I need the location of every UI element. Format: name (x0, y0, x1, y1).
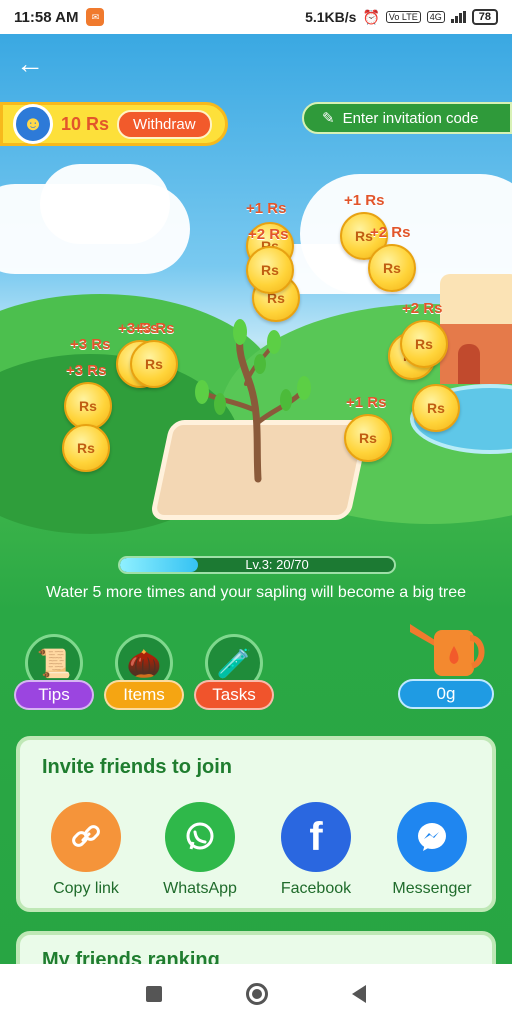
tasks-button[interactable]: 🧪 Tasks (194, 634, 274, 710)
tips-label: Tips (14, 680, 94, 710)
coin-label: +1 Rs (246, 200, 287, 217)
facebook-label: Facebook (280, 880, 352, 897)
network-type: 4G (426, 11, 445, 23)
coin[interactable]: Rs (64, 382, 112, 430)
edit-icon: ✎ (322, 110, 335, 127)
watering-can-button[interactable]: 0g (398, 612, 494, 709)
invite-code-label: Enter invitation code (342, 109, 479, 127)
water-amount: 0g (398, 679, 494, 709)
enter-invitation-code-button[interactable]: ✎ Enter invitation code (302, 102, 512, 134)
coin-label: +3 Rs (134, 320, 175, 337)
whatsapp-icon (165, 802, 235, 872)
balance-bar: ☻ 10 Rs Withdraw (0, 102, 228, 146)
alarm-icon: ⏰ (362, 8, 380, 25)
system-nav-bar (0, 964, 512, 1024)
coin[interactable]: Rs (130, 340, 178, 388)
whatsapp-button[interactable]: WhatsApp (150, 802, 250, 898)
coin-label: +3 Rs (66, 362, 107, 379)
coin-label: +2 Rs (402, 300, 443, 317)
invite-card: Invite friends to join Copy link WhatsAp… (16, 736, 496, 912)
status-right: 5.1KB/s ⏰ Vo LTE 4G 78 (305, 9, 498, 26)
ranking-title: My friends ranking (42, 949, 220, 964)
invite-title: Invite friends to join (42, 756, 233, 778)
coin[interactable]: Rs (412, 384, 460, 432)
volte-icon: Vo LTE (385, 11, 421, 23)
farm-scene: ← ☻ 10 Rs Withdraw ✎ Enter invitation co… (0, 34, 512, 964)
facebook-button[interactable]: f Facebook (266, 802, 366, 898)
recents-icon[interactable] (146, 986, 162, 1002)
avatar[interactable]: ☻ (13, 104, 53, 144)
net-speed: 5.1KB/s (305, 9, 357, 25)
messenger-icon (397, 802, 467, 872)
coin-label: +2 Rs (370, 224, 411, 241)
whatsapp-label: WhatsApp (163, 880, 237, 897)
coin[interactable]: Rs (344, 414, 392, 462)
home-icon[interactable] (246, 983, 268, 1005)
water-hint: Water 5 more times and your sapling will… (45, 584, 467, 601)
watering-can-icon (410, 624, 485, 676)
sapling-tree[interactable] (180, 314, 330, 484)
balance-amount: 10 Rs (61, 113, 110, 134)
signal-icon (450, 11, 466, 23)
status-bar: 11:58 AM ✉ 5.1KB/s ⏰ Vo LTE 4G 78 (0, 0, 512, 34)
coin-label: +1 Rs (344, 192, 385, 209)
withdraw-button[interactable]: Withdraw (117, 109, 212, 139)
growth-progress-bar: Lv.3: 20/70 (118, 556, 396, 574)
copy-link-label: Copy link (53, 880, 119, 897)
friends-ranking-card: My friends ranking (16, 931, 496, 964)
coin-label: +3 Rs (70, 336, 111, 353)
notification-icon: ✉ (86, 8, 105, 26)
coin-label: +2 Rs (248, 226, 289, 243)
back-icon[interactable] (352, 985, 366, 1003)
status-time: 11:58 AM (14, 8, 79, 26)
tasks-label: Tasks (194, 680, 274, 710)
items-button[interactable]: 🌰 Items (104, 634, 184, 710)
cloud (40, 164, 170, 244)
tips-button[interactable]: 📜 Tips (14, 634, 94, 710)
coin[interactable]: Rs (62, 424, 110, 472)
messenger-label: Messenger (392, 880, 472, 897)
copy-link-button[interactable]: Copy link (36, 802, 136, 898)
items-label: Items (104, 680, 184, 710)
coin[interactable]: Rs (246, 246, 294, 294)
battery-icon: 78 (471, 9, 498, 25)
coin[interactable]: Rs (368, 244, 416, 292)
back-arrow-icon[interactable]: ← (16, 50, 46, 80)
link-icon (51, 802, 121, 872)
messenger-button[interactable]: Messenger (382, 802, 482, 898)
coin[interactable]: Rs (400, 320, 448, 368)
facebook-icon: f (281, 802, 351, 872)
level-label: Lv.3: 20/70 (245, 557, 309, 572)
coin-label: +1 Rs (346, 394, 387, 411)
